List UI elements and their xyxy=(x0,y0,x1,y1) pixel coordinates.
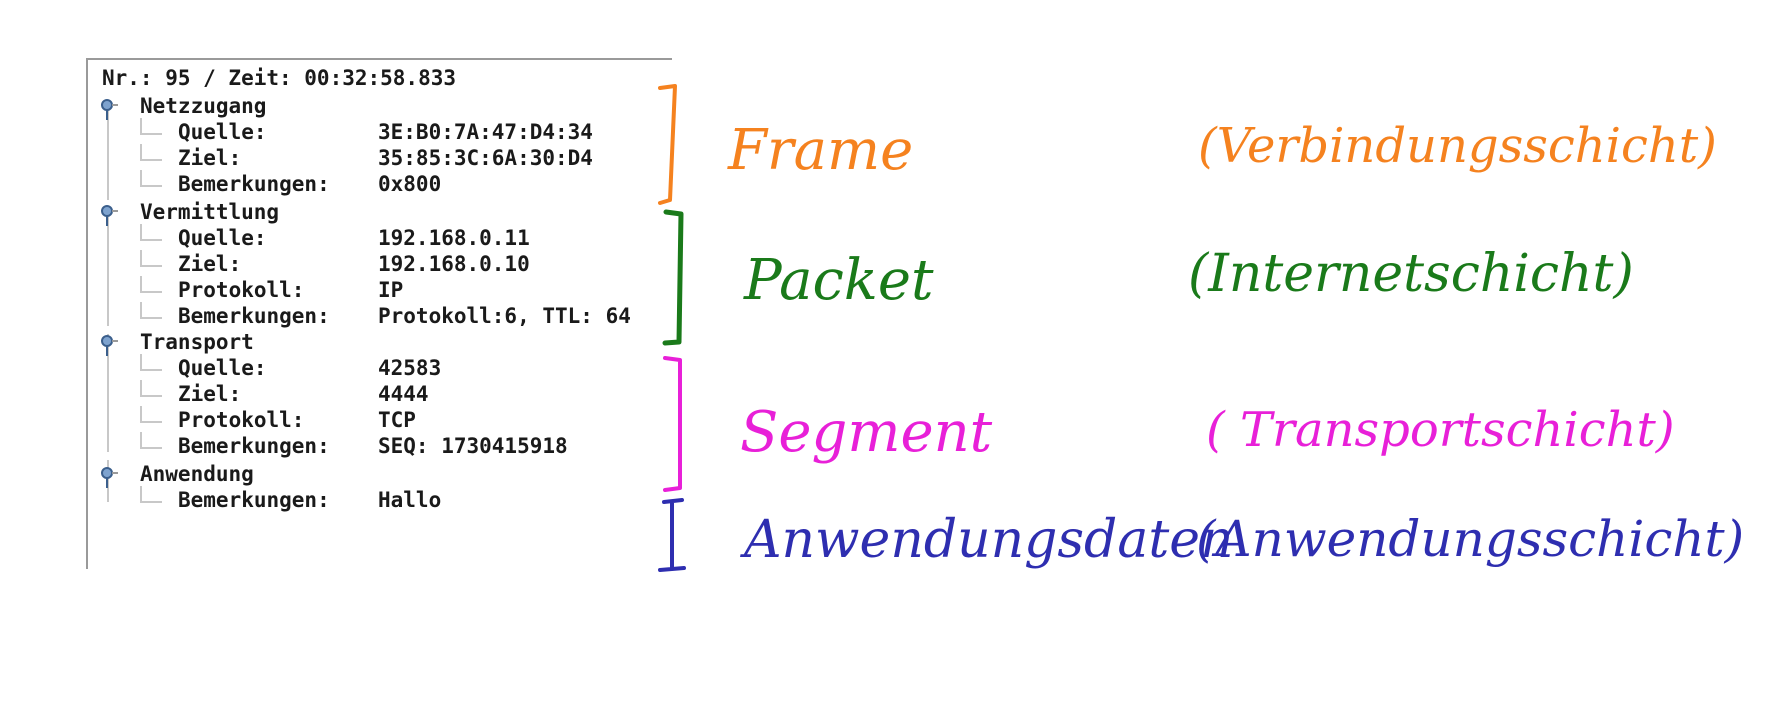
label-packet: Packet xyxy=(744,248,934,313)
annotation-brackets xyxy=(658,84,686,572)
bracket-segment xyxy=(663,356,682,492)
label-frame: Frame xyxy=(728,118,914,183)
bracket-frame xyxy=(658,84,677,205)
label-segment: Segment xyxy=(740,400,993,465)
label-verbindungsschicht: (Verbindungsschicht) xyxy=(1198,118,1717,174)
label-transportschicht: ( Transportschicht) xyxy=(1206,402,1675,458)
bracket-packet xyxy=(662,209,684,346)
handwritten-annotations: Frame (Verbindungsschicht) Packet (Inter… xyxy=(0,0,1772,709)
label-anwendungsschicht: (Anwendungsschicht) xyxy=(1196,510,1745,568)
label-anwendungsdaten: Anwendungsdaten xyxy=(744,510,1234,570)
bracket-anwendungsdaten xyxy=(658,498,686,572)
label-internetschicht: (Internetschicht) xyxy=(1188,244,1634,304)
